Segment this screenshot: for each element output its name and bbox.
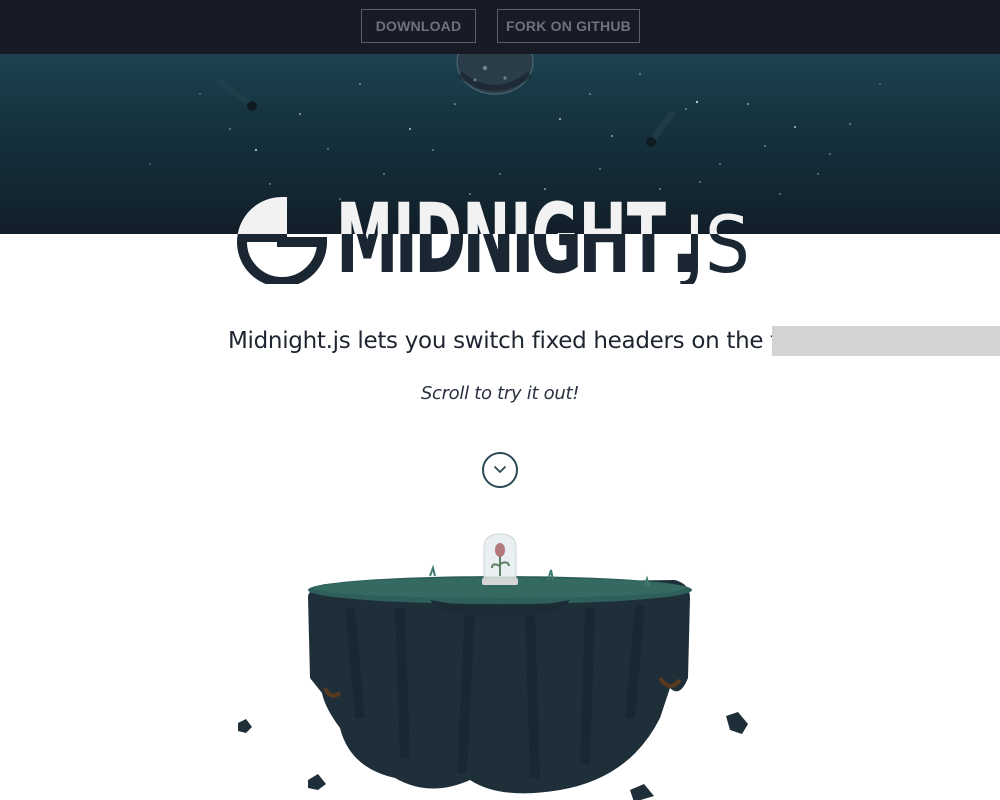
stars [149,73,881,200]
floating-island-illustration [238,533,748,800]
fork-on-github-button[interactable]: FORK ON GITHUB [497,9,640,43]
meteor-left [217,79,257,111]
planet [456,54,534,95]
meteor-right [646,111,675,147]
scroll-hint: Scroll to try it out! [420,383,580,404]
tagline-row: Midnight.js lets you switch fixed header… [0,325,1000,357]
fixed-header: DOWNLOAD FORK ON GITHUB [0,0,1000,54]
rose-bell-jar [482,533,518,585]
tagline: Midnight.js lets you switch fixed header… [228,328,798,354]
grey-placeholder-bar [772,326,1000,356]
debris-rock [238,719,252,733]
scroll-down-button[interactable] [482,452,518,488]
download-button[interactable]: DOWNLOAD [361,9,476,43]
chevron-down-icon [494,466,506,473]
midnight-js-logo: MIDNIGHT . JS MIDNIGHT . JS [237,194,750,284]
